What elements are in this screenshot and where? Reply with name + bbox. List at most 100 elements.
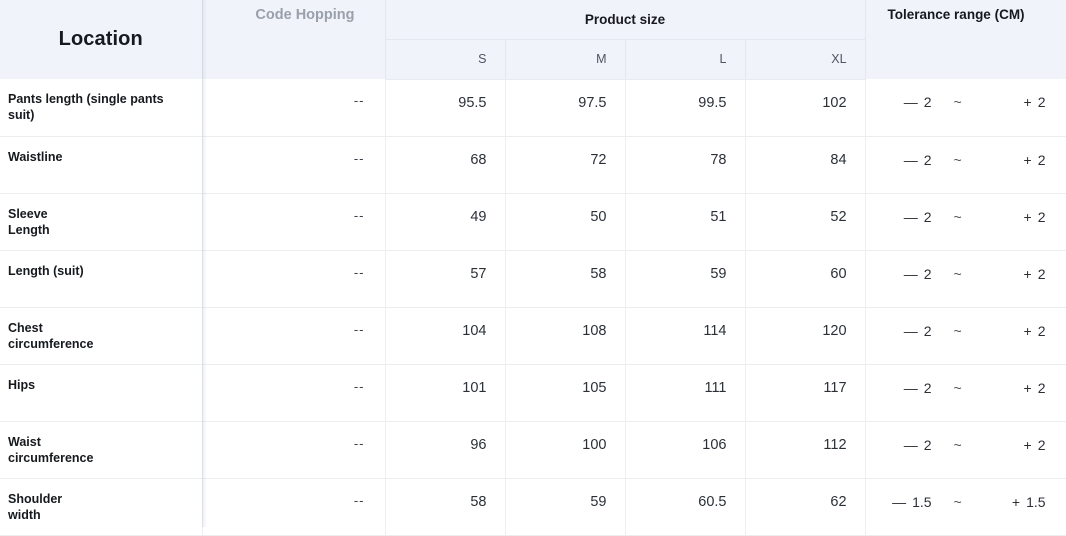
- minus-icon: —: [892, 493, 907, 510]
- cell-tolerance: —2 ~ +2: [865, 421, 1066, 479]
- tolerance-lower-value: 2: [923, 265, 932, 282]
- cell-size-m: 108: [505, 307, 626, 365]
- minus-icon: —: [903, 379, 918, 396]
- size-chart-table: Location Code Hopping Product size Toler…: [0, 0, 1066, 536]
- tolerance-upper-value: 2: [1037, 151, 1046, 168]
- plus-icon: +: [1023, 379, 1032, 396]
- tolerance-separator: ~: [953, 151, 962, 168]
- tolerance-separator: ~: [953, 379, 962, 396]
- table-row: Waistline -- 68 72 78 84—2 ~ +2: [0, 136, 1066, 194]
- cell-size-xl: 84: [745, 136, 866, 194]
- tolerance-lower: —2: [874, 323, 932, 339]
- plus-icon: +: [1023, 151, 1032, 168]
- cell-code-hopping: --: [202, 136, 386, 194]
- row-label: Hips: [0, 364, 203, 422]
- table-row: Hips -- 101 105 111 117—2 ~ +2: [0, 364, 1066, 422]
- minus-icon: —: [903, 436, 918, 453]
- cell-tolerance: — 2 ~ +2: [865, 79, 1066, 137]
- table-row: Chest circumference -- 104 108 114 120—2 ~ +2: [0, 307, 1066, 365]
- plus-icon: +: [1023, 265, 1032, 282]
- cell-size-xl: 120: [745, 307, 866, 365]
- tolerance-upper-value: 2: [1037, 436, 1046, 453]
- plus-icon: +: [1023, 322, 1032, 339]
- tolerance-lower-value: 2: [923, 379, 932, 396]
- cell-size-l: 106: [625, 421, 746, 479]
- cell-tolerance: —2 ~ +2: [865, 136, 1066, 194]
- tolerance-lower: —2: [874, 152, 932, 168]
- cell-size-l: 60.5: [625, 478, 746, 536]
- table-row: Pants length (single pants suit) -- 95.5 97…: [0, 79, 1066, 137]
- cell-size-m: 97.5: [505, 79, 626, 137]
- table-row: Shoulder width -- 58 59 60.5 62 — 1.5 ~ +1.5: [0, 478, 1066, 536]
- row-label: Shoulder width: [0, 478, 203, 536]
- tolerance-lower: —2: [874, 437, 932, 453]
- header-row-top: Location Code Hopping Product size Toler…: [0, 0, 1066, 79]
- size-chart-table-wrapper: Location Code Hopping Product size Toler…: [0, 0, 1066, 536]
- plus-icon: +: [1023, 436, 1032, 453]
- tolerance-lower-value: 2: [923, 436, 932, 453]
- tolerance-upper: +2: [984, 380, 1046, 396]
- cell-size-s: 57: [385, 250, 506, 308]
- tolerance-upper-value: 2: [1037, 265, 1046, 282]
- tolerance-upper-value: 2: [1037, 322, 1046, 339]
- cell-size-xl: 117: [745, 364, 866, 422]
- tolerance-upper: +2: [984, 437, 1046, 453]
- cell-size-xl: 62: [745, 478, 866, 536]
- cell-size-l: 99.5: [625, 79, 746, 137]
- tolerance-upper-value: 2: [1037, 379, 1046, 396]
- row-label: Length (suit): [0, 250, 203, 308]
- cell-size-l: 114: [625, 307, 746, 365]
- tolerance-lower-value: 2: [923, 322, 932, 339]
- row-label: Chest circumference: [0, 307, 203, 365]
- tolerance-separator: ~: [953, 208, 962, 225]
- table-row: Waist circumference -- 96 100 106 112—2 ~ +2: [0, 421, 1066, 479]
- cell-code-hopping: --: [202, 421, 386, 479]
- tolerance-upper: +2: [984, 323, 1046, 339]
- tolerance-lower: — 1.5: [874, 493, 931, 510]
- tolerance-separator: ~: [953, 493, 962, 510]
- tolerance-separator: ~: [953, 322, 962, 339]
- minus-icon: —: [903, 322, 918, 339]
- cell-code-hopping: --: [202, 193, 386, 251]
- cell-code-hopping: --: [202, 364, 386, 422]
- tolerance-upper-value: 2: [1037, 208, 1046, 225]
- tolerance-lower-value: 2: [923, 151, 932, 168]
- tolerance-separator: ~: [953, 94, 962, 110]
- cell-code-hopping: --: [202, 478, 386, 536]
- column-header-size-m: M: [505, 39, 626, 80]
- minus-icon: —: [903, 151, 918, 168]
- plus-icon: +: [1023, 94, 1032, 110]
- cell-size-xl: 112: [745, 421, 866, 479]
- cell-size-m: 59: [505, 478, 626, 536]
- cell-tolerance: — 1.5 ~ +1.5: [865, 478, 1066, 536]
- cell-size-m: 50: [505, 193, 626, 251]
- tolerance-upper-value: 1.5: [1026, 493, 1046, 510]
- cell-tolerance: —2 ~ +2: [865, 364, 1066, 422]
- tolerance-lower: —2: [874, 380, 932, 396]
- column-header-size-xl: XL: [745, 39, 866, 80]
- cell-size-m: 100: [505, 421, 626, 479]
- tolerance-upper: +2: [984, 152, 1046, 168]
- cell-size-m: 105: [505, 364, 626, 422]
- tolerance-separator: ~: [953, 265, 962, 282]
- table-row: Length (suit) -- 57 58 59 60—2 ~ +2: [0, 250, 1066, 308]
- minus-icon: —: [903, 94, 918, 110]
- row-label: Sleeve Length: [0, 193, 203, 251]
- cell-tolerance: —2 ~ +2: [865, 307, 1066, 365]
- cell-size-l: 111: [625, 364, 746, 422]
- tolerance-upper: +2: [984, 94, 1046, 110]
- tolerance-upper-value: 2: [1037, 94, 1046, 110]
- table-row: Sleeve Length -- 49 50 51 52—2 ~ +2: [0, 193, 1066, 251]
- row-label: Waist circumference: [0, 421, 203, 479]
- cell-size-s: 95.5: [385, 79, 506, 137]
- column-header-location: Location: [0, 0, 203, 79]
- tolerance-upper: +1.5: [984, 494, 1046, 510]
- tolerance-upper: +2: [984, 266, 1046, 282]
- cell-code-hopping: --: [202, 250, 386, 308]
- table-header: Location Code Hopping Product size Toler…: [0, 0, 1066, 80]
- cell-tolerance: —2 ~ +2: [865, 193, 1066, 251]
- tolerance-separator: ~: [953, 436, 962, 453]
- cell-size-l: 59: [625, 250, 746, 308]
- tolerance-lower: —2: [874, 266, 932, 282]
- tolerance-lower-value: 2: [923, 208, 932, 225]
